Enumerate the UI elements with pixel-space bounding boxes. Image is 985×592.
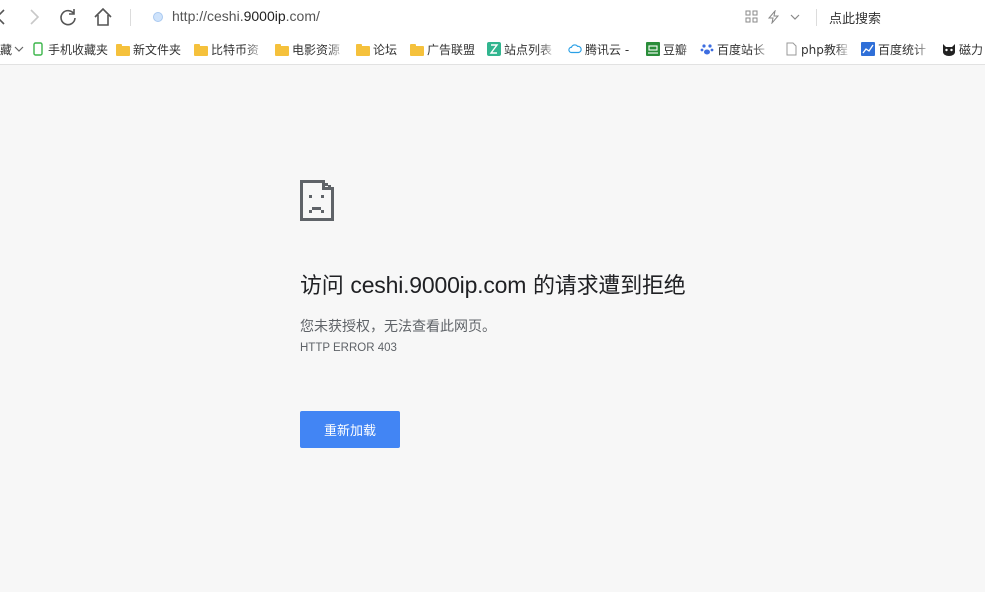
folder-icon xyxy=(356,43,370,56)
folder-icon xyxy=(116,43,130,56)
bookmark-item[interactable]: 腾讯云 - xyxy=(568,41,629,57)
bookmark-item[interactable]: 站点列表 xyxy=(487,41,557,57)
search-input[interactable]: 点此搜索 xyxy=(829,8,881,27)
stats-icon xyxy=(861,42,875,56)
site-info-icon[interactable] xyxy=(153,12,163,22)
forward-arrow-icon xyxy=(30,9,40,25)
error-title: 访问 ceshi.9000ip.com 的请求遭到拒绝 xyxy=(300,272,686,299)
qr-grid-icon[interactable] xyxy=(745,10,758,23)
chevron-down-icon[interactable] xyxy=(790,13,800,21)
lightning-icon[interactable] xyxy=(767,10,780,24)
folder-icon xyxy=(275,43,289,56)
bookmark-item[interactable]: 百度站长 xyxy=(700,41,772,57)
refresh-icon xyxy=(60,9,76,26)
phone-icon xyxy=(33,42,43,56)
bookmark-item[interactable]: 广告联盟 xyxy=(410,41,475,57)
douban-icon xyxy=(646,42,660,56)
sad-page-icon xyxy=(300,180,334,221)
error-code: HTTP ERROR 403 xyxy=(300,342,397,354)
home-button[interactable] xyxy=(92,6,114,28)
folder-icon xyxy=(194,43,208,56)
chevron-down-icon xyxy=(14,46,24,52)
bookmark-item[interactable]: 磁力 xyxy=(942,41,983,57)
bookmark-item[interactable]: php教程 xyxy=(784,41,852,57)
toolbar-divider xyxy=(130,9,131,26)
bookmark-item[interactable]: 新文件夹 xyxy=(116,41,181,57)
site-list-icon xyxy=(487,42,501,56)
bookmark-item[interactable]: 手机收藏夹 xyxy=(31,41,108,57)
search-divider xyxy=(816,9,817,26)
bookmark-item[interactable]: 论坛 xyxy=(356,41,397,57)
cat-icon xyxy=(943,44,955,56)
error-description: 您未获授权，无法查看此网页。 xyxy=(300,319,496,335)
forward-button[interactable] xyxy=(23,6,45,28)
bookmark-item[interactable]: 百度统计 xyxy=(861,41,933,57)
browser-toolbar: http://ceshi.9000ip.com/ 点此搜索 xyxy=(0,0,985,34)
back-button[interactable] xyxy=(0,6,12,28)
folder-icon xyxy=(410,43,424,56)
url-input[interactable]: http://ceshi.9000ip.com/ xyxy=(172,8,320,24)
refresh-button[interactable] xyxy=(57,6,79,28)
reload-button[interactable]: 重新加载 xyxy=(300,411,400,448)
home-icon xyxy=(94,7,112,26)
back-arrow-icon xyxy=(0,9,5,25)
bookmark-item[interactable]: 比特币资 xyxy=(194,41,264,57)
page-icon xyxy=(786,42,797,56)
bookmark-item[interactable]: 电影资源 xyxy=(275,41,345,57)
bookmarks-bar: 藏 手机收藏夹 新文件夹 比特币资 电影资源 论坛 广告联盟 站点列表 腾讯云 … xyxy=(0,34,985,65)
bookmark-item[interactable]: 豆瓣 xyxy=(646,41,694,57)
cloud-icon xyxy=(568,44,582,54)
bookmark-item[interactable]: 藏 xyxy=(0,41,24,57)
baidu-paw-icon xyxy=(700,44,714,55)
